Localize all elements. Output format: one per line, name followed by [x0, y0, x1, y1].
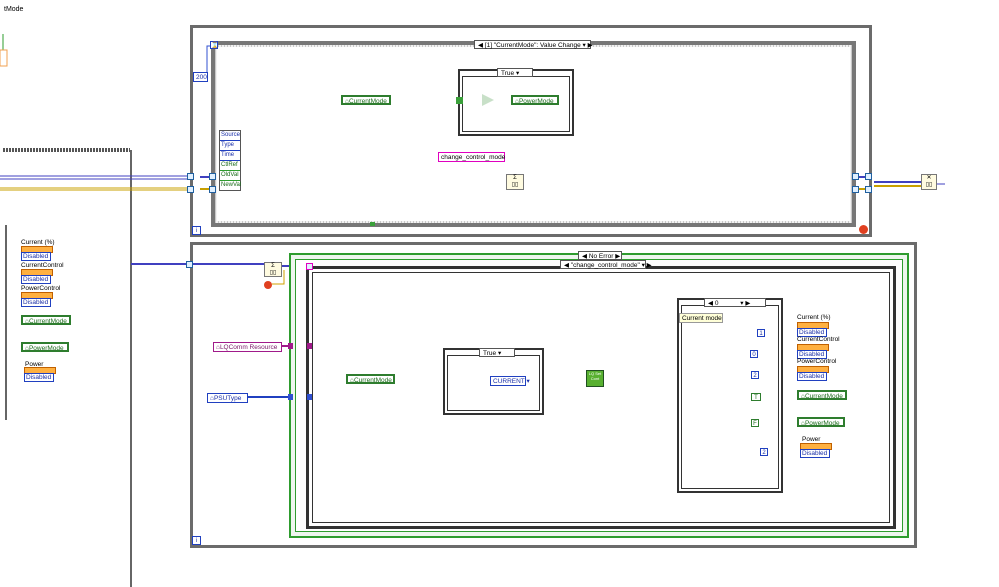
subvi-label: LQ Set Cont — [588, 371, 602, 381]
next-arrow-icon[interactable]: ▶ — [647, 262, 652, 269]
chevron-down-icon[interactable]: ▾ — [526, 378, 529, 385]
string-constant[interactable]: change_control_mode — [438, 152, 505, 162]
power-mode-local-out[interactable]: ⌂PowerMode — [797, 417, 845, 427]
true-case-selector[interactable]: True ▾ — [497, 68, 533, 77]
psu-tunnel — [288, 394, 293, 400]
event-data-newval[interactable]: NewVal — [220, 181, 241, 190]
left-prop-power[interactable]: Disabled — [24, 367, 56, 383]
info-icon-2[interactable]: i — [192, 536, 201, 545]
psu-tunnel-inner — [307, 394, 312, 400]
event-data-oldval[interactable]: OldVal — [220, 171, 240, 181]
prop-power[interactable]: Disabled — [800, 443, 832, 459]
const-true[interactable]: T — [751, 393, 761, 401]
event-case-selector[interactable]: ◀ [1] "CurrentMode": Value Change ▾ ▶ — [474, 40, 593, 49]
command-case-label: "change_control_mode" — [570, 262, 640, 269]
left-prop-name-current-pct: Current (%) — [21, 239, 55, 246]
close-reference-node[interactable]: ✕ ▯▯ — [921, 174, 937, 190]
const-current-control[interactable]: 0 — [750, 350, 758, 358]
left-power-mode-local[interactable]: ⌂PowerMode — [21, 342, 69, 352]
event-data-time[interactable]: Time — [220, 151, 240, 161]
resource-tunnel-inner — [307, 343, 312, 349]
prop-name-current-control: CurrentControl — [797, 336, 840, 343]
psu-type-local[interactable]: ⌂PSUType — [207, 393, 248, 403]
chevron-down-icon[interactable]: ▾ — [516, 70, 519, 77]
prop-power-control[interactable]: Disabled — [797, 366, 829, 382]
case-tunnel — [456, 97, 463, 104]
error-check-icon[interactable] — [264, 281, 272, 289]
event-data-type[interactable]: Type — [220, 141, 240, 151]
event-tunnel — [209, 173, 216, 180]
prop-name-power: Power — [802, 436, 821, 443]
true-case-label-2: True — [483, 350, 497, 357]
event-case-label: [1] "CurrentMode": Value Change — [484, 42, 581, 49]
left-prop-name-current-control: CurrentControl — [21, 262, 64, 269]
prop-name-current-pct: Current (%) — [797, 314, 831, 321]
error-case-label: No Error — [588, 253, 614, 260]
info-icon[interactable]: i — [192, 226, 201, 235]
prev-arrow-icon[interactable]: ◀ — [564, 262, 569, 269]
next-arrow-icon[interactable]: ▶ — [745, 300, 750, 307]
shift-register-left-error — [187, 186, 194, 193]
lqcomm-resource-local[interactable]: ⌂LQComm Resource — [213, 342, 282, 352]
event-bottom-tunnel — [370, 222, 375, 226]
lq-set-control-subvi[interactable]: LQ Set Cont — [586, 370, 604, 387]
bundle-by-name-node[interactable]: Σ ▯▯ — [506, 174, 524, 190]
current-mode-local[interactable]: ⌂CurrentMode — [341, 95, 391, 105]
left-prop-current-pct[interactable]: Disabled — [21, 246, 53, 262]
left-prop-name-power-control: PowerControl — [21, 285, 61, 292]
resource-tunnel — [288, 343, 293, 349]
inner-case-label: 0 — [714, 300, 719, 307]
current-enum-constant[interactable]: CURRENT ▾ — [490, 376, 530, 386]
timeout-constant[interactable]: 200 — [193, 72, 208, 82]
prev-arrow-icon[interactable]: ◀ — [478, 42, 483, 49]
current-mode-local-2[interactable]: ⌂CurrentMode — [346, 374, 395, 384]
unbundle-by-name-node[interactable]: Σ ▯▯ — [264, 262, 282, 277]
event-data-source[interactable]: Source — [220, 131, 240, 141]
chevron-down-icon[interactable]: ▾ — [498, 350, 501, 357]
inner-case-selector[interactable]: ◀ 0 ▾ ▶ — [704, 298, 766, 307]
left-current-mode-local[interactable]: ⌂CurrentMode — [21, 315, 71, 325]
const-false[interactable]: F — [751, 419, 759, 427]
current-mode-comment: Current mode — [679, 313, 723, 323]
shift-register-right — [865, 173, 872, 180]
prev-arrow-icon[interactable]: ◀ — [582, 253, 587, 260]
true-case-label: True — [501, 70, 515, 77]
current-mode-local-out[interactable]: ⌂CurrentMode — [797, 390, 847, 400]
not-function-icon[interactable] — [482, 94, 494, 106]
case-error-tunnel-in — [186, 261, 193, 268]
chevron-down-icon[interactable]: ▾ — [642, 262, 645, 269]
left-prop-current-control[interactable]: Disabled — [21, 269, 53, 285]
event-tunnel-out — [852, 173, 859, 180]
error-case-selector[interactable]: ◀ No Error ▶ — [578, 251, 622, 260]
prop-name-power-control: PowerControl — [797, 358, 837, 365]
next-arrow-icon[interactable]: ▶ — [588, 42, 593, 49]
command-case-selector[interactable]: ◀ "change_control_mode" ▾ ▶ — [560, 260, 652, 269]
event-data-ctlref[interactable]: CtlRef — [220, 161, 240, 171]
event-timeout-terminal[interactable]: ⌛ — [210, 41, 218, 49]
const-power-control[interactable]: 2 — [751, 371, 759, 379]
event-tunnel-out-error — [852, 186, 859, 193]
const-power[interactable]: 2 — [760, 448, 768, 456]
shift-register-right-error — [865, 186, 872, 193]
prev-arrow-icon[interactable]: ◀ — [708, 300, 713, 307]
selector-terminal — [306, 263, 313, 270]
chevron-down-icon[interactable]: ▾ — [740, 300, 743, 307]
const-current-pct[interactable]: 1 — [757, 329, 765, 337]
true-case-selector-2[interactable]: True ▾ — [479, 348, 515, 357]
tmode-label: tMode — [4, 6, 24, 13]
event-tunnel-error — [209, 186, 216, 193]
left-prop-power-control[interactable]: Disabled — [21, 292, 53, 308]
stop-icon[interactable] — [859, 225, 868, 234]
power-mode-local[interactable]: ⌂PowerMode — [511, 95, 559, 105]
next-arrow-icon[interactable]: ▶ — [615, 253, 620, 260]
event-data-node[interactable]: Source Type Time CtlRef OldVal NewVal — [219, 130, 241, 191]
chevron-down-icon[interactable]: ▾ — [583, 42, 586, 49]
shift-register-left — [187, 173, 194, 180]
